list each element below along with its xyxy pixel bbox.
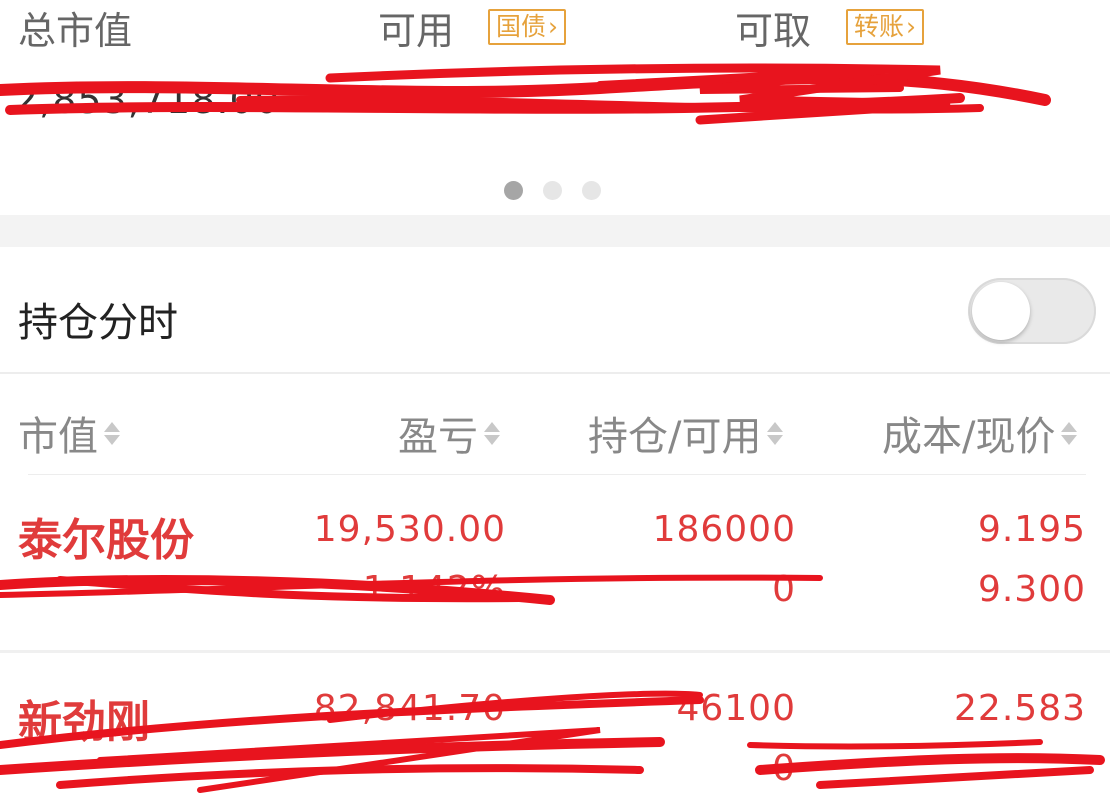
table-row[interactable] <box>0 656 1110 794</box>
column-header-position-available[interactable]: 持仓/可用 <box>588 404 784 462</box>
toggle-knob <box>972 282 1030 340</box>
sort-arrows-icon <box>104 421 120 445</box>
stock-name: 泰尔股份 <box>18 515 194 566</box>
chevron-right-icon: › <box>548 12 559 41</box>
total-market-value-label: 总市值 <box>18 9 133 53</box>
column-label: 市值 <box>18 414 98 460</box>
column-header-market-value[interactable]: 市值 <box>18 404 120 462</box>
stock-name: 新劲刚 <box>18 697 150 748</box>
page-dot[interactable] <box>543 181 562 200</box>
cost-price: 22.583 <box>954 688 1086 729</box>
profit-percent: 1.142% <box>362 569 506 610</box>
available-quantity: 0 <box>772 748 796 789</box>
column-label: 成本/现价 <box>882 414 1056 460</box>
chevron-right-icon: › <box>906 12 917 41</box>
column-label: 盈亏 <box>398 414 478 460</box>
position-quantity: 186000 <box>652 509 796 550</box>
header-divider <box>28 474 1086 475</box>
available-label: 可用 <box>378 9 455 53</box>
profit-amount: 82,841.70 <box>313 688 506 729</box>
transfer-button[interactable]: 转账 › <box>846 9 925 45</box>
current-price: 9.300 <box>977 569 1086 610</box>
page-indicator[interactable] <box>504 181 601 200</box>
cost-price: 9.195 <box>977 509 1086 550</box>
treasury-bond-label: 国债 <box>496 12 547 41</box>
withdrawable-label: 可取 <box>735 9 812 53</box>
divider <box>0 372 1110 374</box>
page-dot[interactable] <box>504 181 523 200</box>
page-dot[interactable] <box>582 181 601 200</box>
holding-timeshare-toggle[interactable] <box>968 278 1096 344</box>
available-quantity: 0 <box>772 569 796 610</box>
transfer-label: 转账 <box>854 12 905 41</box>
treasury-bond-button[interactable]: 国债 › <box>488 9 567 45</box>
holding-timeshare-title: 持仓分时 <box>18 300 178 346</box>
column-header-cost-price[interactable]: 成本/现价 <box>882 404 1078 462</box>
profit-amount: 19,530.00 <box>313 509 506 550</box>
column-header-profit[interactable]: 盈亏 <box>398 404 500 462</box>
section-gap <box>0 215 1110 247</box>
position-quantity: 46100 <box>676 688 796 729</box>
total-market-value: 2,853,718.00 <box>14 78 280 122</box>
sort-arrows-icon <box>484 421 500 445</box>
sort-arrows-icon <box>1061 421 1078 445</box>
column-label: 持仓/可用 <box>588 414 762 460</box>
row-divider <box>0 650 1110 653</box>
sort-arrows-icon <box>767 421 784 445</box>
